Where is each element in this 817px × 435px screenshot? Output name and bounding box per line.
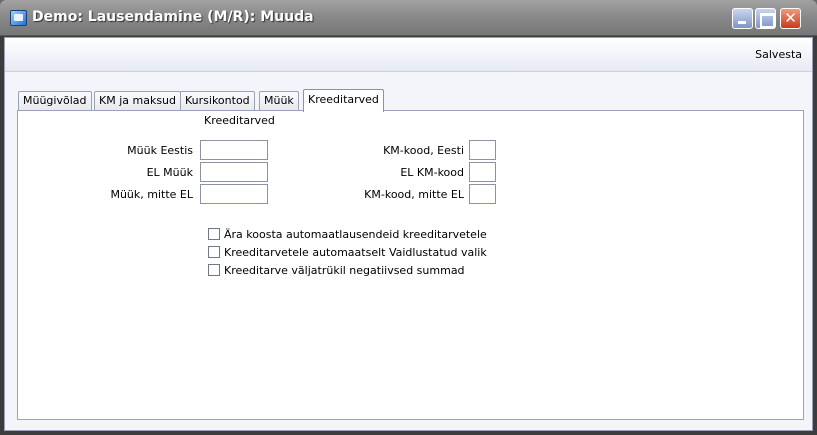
- checkbox-label: Kreeditarve väljatrükil negatiivsed summ…: [224, 263, 465, 277]
- minimize-icon[interactable]: [732, 8, 753, 29]
- tab-muuk[interactable]: Müük: [259, 91, 299, 110]
- tab-kursikontod[interactable]: Kursikontod: [180, 91, 255, 110]
- field-label-muuk-eestis: Müük Eestis: [127, 144, 193, 157]
- checkbox-row-no-auto-postings[interactable]: Ära koosta automaatlausendeid kreeditarv…: [208, 227, 487, 241]
- tab-kreeditarved[interactable]: Kreeditarved: [303, 89, 384, 112]
- km-kood-eesti-input[interactable]: [469, 140, 496, 160]
- field-label-el-km-kood: EL KM-kood: [400, 166, 464, 179]
- close-glyph: ✕: [784, 9, 797, 27]
- muuk-eestis-input[interactable]: [200, 140, 268, 160]
- el-muuk-input[interactable]: [200, 162, 268, 182]
- checkbox-label: Ära koosta automaatlausendeid kreeditarv…: [224, 227, 487, 241]
- checkbox-row-auto-disputed[interactable]: Kreeditarvetele automaatselt Vaidlustatu…: [208, 245, 487, 259]
- client-area: Salvesta Müügivõlad KM ja maksud Kursiko…: [4, 37, 813, 431]
- field-label-el-muuk: EL Müük: [146, 166, 193, 179]
- save-button[interactable]: Salvesta: [755, 48, 802, 61]
- app-icon: [10, 10, 27, 26]
- toolbar: Salvesta: [5, 38, 812, 72]
- checkbox[interactable]: [208, 246, 220, 258]
- field-label-km-kood-mitte-el: KM-kood, mitte EL: [364, 188, 464, 201]
- tab-panel-kreeditarved: Kreeditarved Müük Eestis EL Müük Müük, m…: [17, 110, 804, 420]
- checkbox-label: Kreeditarvetele automaatselt Vaidlustatu…: [224, 245, 487, 259]
- checkbox-row-negative-sums[interactable]: Kreeditarve väljatrükil negatiivsed summ…: [208, 263, 465, 277]
- close-icon[interactable]: ✕: [780, 8, 801, 29]
- app-window: Demo: Lausendamine (M/R): Muuda ✕ Salves…: [0, 0, 817, 435]
- tab-muugivolad[interactable]: Müügivõlad: [18, 91, 92, 110]
- window-title: Demo: Lausendamine (M/R): Muuda: [32, 9, 314, 25]
- title-bar[interactable]: Demo: Lausendamine (M/R): Muuda ✕: [0, 0, 817, 36]
- field-label-km-kood-eesti: KM-kood, Eesti: [383, 144, 464, 157]
- el-km-kood-input[interactable]: [469, 162, 496, 182]
- checkbox[interactable]: [208, 228, 220, 240]
- field-label-muuk-mitte-el: Müük, mitte EL: [110, 188, 193, 201]
- maximize-icon[interactable]: [755, 8, 776, 29]
- checkbox[interactable]: [208, 264, 220, 276]
- section-title: Kreeditarved: [204, 114, 275, 127]
- tab-km-ja-maksud[interactable]: KM ja maksud: [94, 91, 182, 110]
- km-kood-mitte-el-input[interactable]: [469, 184, 496, 204]
- muuk-mitte-el-input[interactable]: [200, 184, 268, 204]
